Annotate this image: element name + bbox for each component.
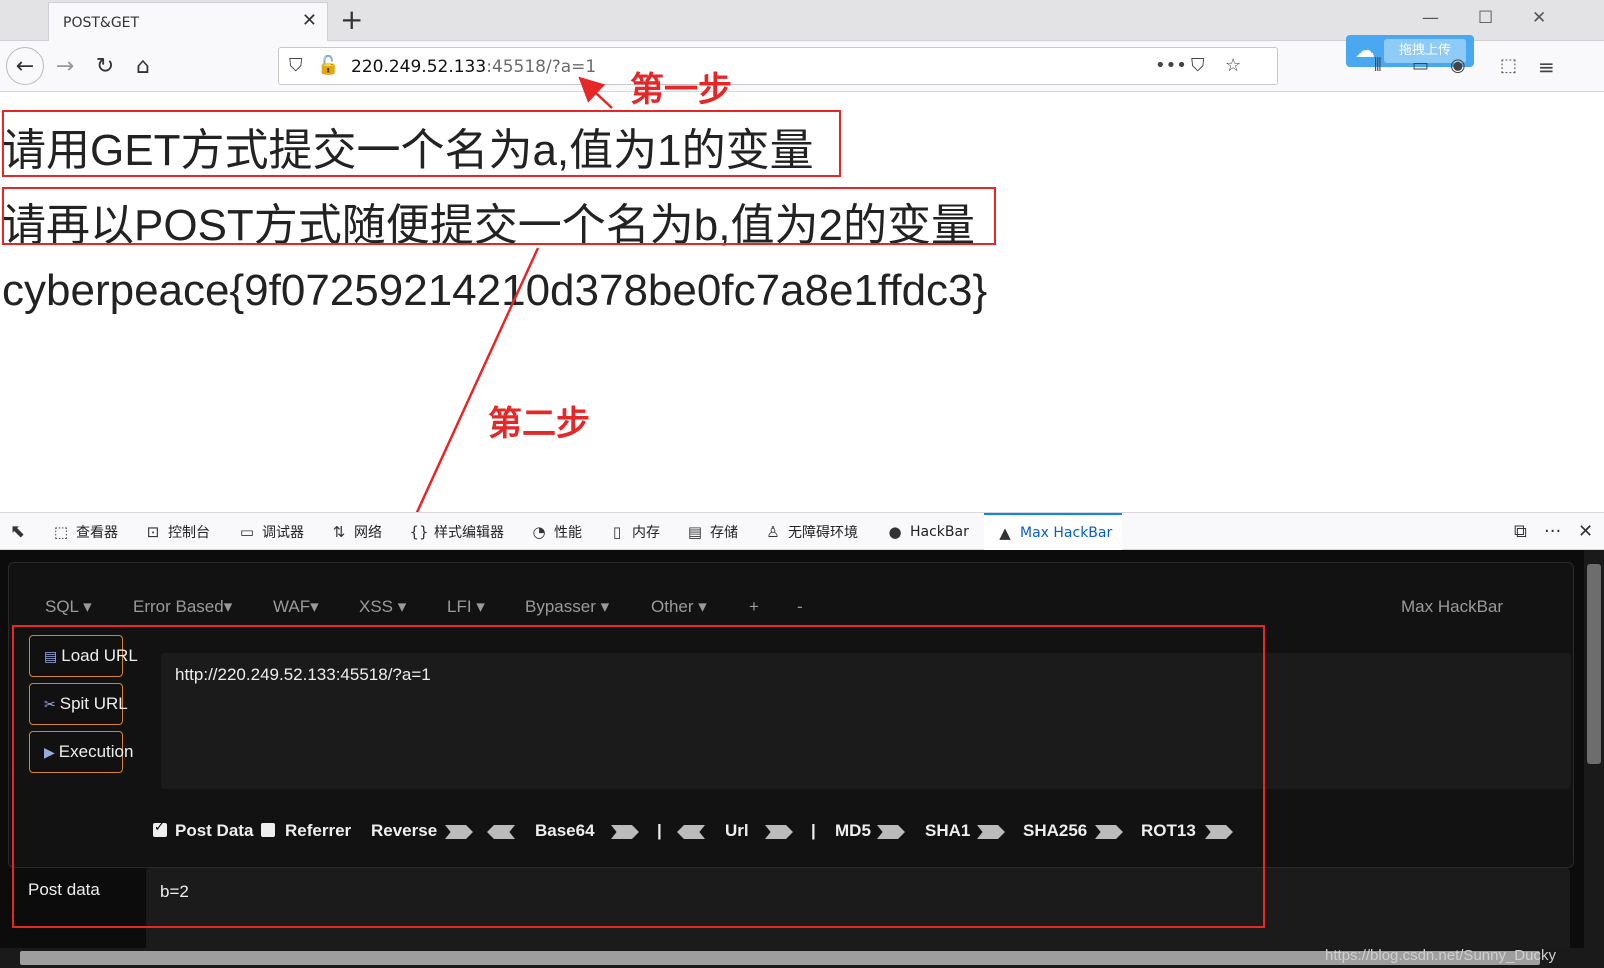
- minimize-icon[interactable]: —: [1422, 8, 1439, 28]
- hackbar-menu-5[interactable]: Bypasser ▾: [525, 597, 609, 617]
- hackbar-icon: ●: [888, 522, 902, 541]
- style-editor-icon: {}: [409, 522, 429, 541]
- menu-icon[interactable]: ≡: [1538, 55, 1555, 79]
- hackbar-menu-2[interactable]: WAF▾: [273, 597, 319, 617]
- devtools-tab-label: 内存: [632, 524, 660, 541]
- hackbar-menu-7[interactable]: +: [749, 597, 759, 617]
- annotation-step1: 第一步: [630, 70, 732, 110]
- memory-icon: ▯: [612, 522, 622, 541]
- close-tab-icon[interactable]: ✕: [302, 10, 317, 31]
- url-bar[interactable]: ⛉ 🔓 220.249.52.133:45518/?a=1 ••• ⛉ ☆: [278, 47, 1278, 85]
- accessibility-icon: ♙: [766, 522, 780, 541]
- forward-icon[interactable]: →: [46, 47, 84, 85]
- highlight-box-hackbar: [12, 625, 1265, 928]
- devtools-tab-label: 存储: [710, 524, 738, 541]
- devtools-tab-6[interactable]: ▯ 内存: [606, 513, 660, 550]
- vertical-scroll-thumb[interactable]: [1587, 564, 1601, 764]
- page-actions-icon[interactable]: •••: [1155, 55, 1187, 76]
- hackbar-title: Max HackBar: [1401, 597, 1504, 616]
- devtools-tab-8[interactable]: ♙ 无障碍环境: [762, 513, 858, 550]
- insecure-lock-icon[interactable]: 🔓: [317, 55, 339, 76]
- hackbar-menu-1[interactable]: Error Based▾: [133, 597, 232, 617]
- devtools-tab-label: 控制台: [168, 524, 210, 541]
- devtools-tab-10[interactable]: ▲ Max HackBar: [984, 513, 1123, 550]
- devtools-tab-0[interactable]: ⬚ 查看器: [50, 513, 118, 550]
- close-devtools-icon[interactable]: ✕: [1578, 521, 1593, 542]
- horizontal-scroll-thumb[interactable]: [20, 951, 1540, 965]
- account-icon[interactable]: ◉: [1450, 55, 1466, 76]
- annotation-step2: 第二步: [488, 404, 590, 444]
- devtools-tab-2[interactable]: ▭ 调试器: [236, 513, 304, 550]
- url-host: 220.249.52.133: [351, 57, 487, 77]
- back-icon[interactable]: ←: [6, 47, 44, 85]
- devtools-tab-7[interactable]: ▤ 存储: [684, 513, 738, 550]
- library-icon[interactable]: ⫴: [1374, 55, 1382, 76]
- element-picker-icon[interactable]: ⬉: [10, 521, 25, 542]
- bookmark-star-icon[interactable]: ☆: [1225, 55, 1241, 76]
- devtools-toolbar: ⬉ ⬚ 查看器 ⊡ 控制台 ▭ 调试器 ⇅ 网络 {} 样式编辑器 ◔ 性能 ▯ 内存 ▤ 存储 ♙ 无障碍环境 ●…: [0, 512, 1604, 550]
- shield-icon[interactable]: ⛉: [289, 55, 303, 76]
- devtools-tab-1[interactable]: ⊡ 控制台: [142, 513, 210, 550]
- network-icon: ⇅: [332, 522, 346, 541]
- devtools-tab-5[interactable]: ◔ 性能: [528, 513, 582, 550]
- devtools-tab-label: 性能: [554, 524, 582, 541]
- screen: POST&GET ✕ + — ☐ ✕ ← → ↻ ⌂ ⛉ 🔓 220.249.5…: [0, 0, 1604, 968]
- browser-tab[interactable]: POST&GET ✕: [48, 2, 328, 41]
- url-path: :45518/?a=1: [486, 57, 597, 77]
- devtools-tab-label: 无障碍环境: [788, 524, 858, 541]
- devtools-tab-label: 调试器: [262, 524, 304, 541]
- inspector-icon: ⬚: [53, 522, 69, 541]
- console-icon: ⊡: [146, 522, 160, 541]
- devtools-tab-label: 查看器: [76, 524, 118, 541]
- tab-title: POST&GET: [63, 15, 140, 31]
- devtools-tab-label: HackBar: [910, 523, 969, 540]
- hackbar-menu-0[interactable]: SQL ▾: [45, 597, 92, 617]
- hackbar-menu-8[interactable]: -: [797, 597, 803, 617]
- maximize-icon[interactable]: ☐: [1478, 8, 1493, 28]
- performance-icon: ◔: [532, 522, 546, 541]
- devtools-tab-label: 网络: [354, 524, 382, 541]
- home-icon[interactable]: ⌂: [124, 47, 162, 85]
- extensions-icon[interactable]: ⬚: [1500, 55, 1517, 76]
- dock-icon[interactable]: ⧉: [1514, 521, 1527, 542]
- highlight-box-get: [2, 110, 841, 177]
- devtools-tab-label: Max HackBar: [1020, 524, 1113, 541]
- url-text[interactable]: 220.249.52.133:45518/?a=1: [351, 57, 596, 77]
- pocket-icon[interactable]: ⛉: [1191, 55, 1205, 76]
- devtools-tab-label: 样式编辑器: [434, 524, 504, 541]
- devtools-tab-9[interactable]: ● HackBar: [884, 513, 969, 550]
- max-hackbar-icon: ▲: [999, 523, 1011, 542]
- close-window-icon[interactable]: ✕: [1532, 8, 1546, 28]
- hackbar-menu-3[interactable]: XSS ▾: [359, 597, 406, 617]
- devtools-tab-4[interactable]: {} 样式编辑器: [408, 513, 504, 550]
- flag-text: cyberpeace{9f07259214210d378be0fc7a8e1ff…: [2, 266, 988, 315]
- devtools-tab-3[interactable]: ⇅ 网络: [328, 513, 382, 550]
- reload-icon[interactable]: ↻: [86, 47, 124, 85]
- debugger-icon: ▭: [239, 522, 255, 541]
- sidebar-icon[interactable]: ▭: [1412, 55, 1429, 76]
- storage-icon: ▤: [687, 522, 703, 541]
- nav-bar: ← → ↻ ⌂ ⛉ 🔓 220.249.52.133:45518/?a=1 ••…: [0, 35, 1604, 92]
- vertical-scrollbar[interactable]: [1584, 550, 1604, 968]
- new-tab-button[interactable]: +: [340, 4, 363, 36]
- highlight-box-post: [2, 187, 996, 245]
- hackbar-menu-4[interactable]: LFI ▾: [447, 597, 485, 617]
- more-options-icon[interactable]: ···: [1544, 521, 1561, 542]
- hackbar-menu-6[interactable]: Other ▾: [651, 597, 707, 617]
- watermark: https://blog.csdn.net/Sunny_Ducky: [1325, 947, 1556, 964]
